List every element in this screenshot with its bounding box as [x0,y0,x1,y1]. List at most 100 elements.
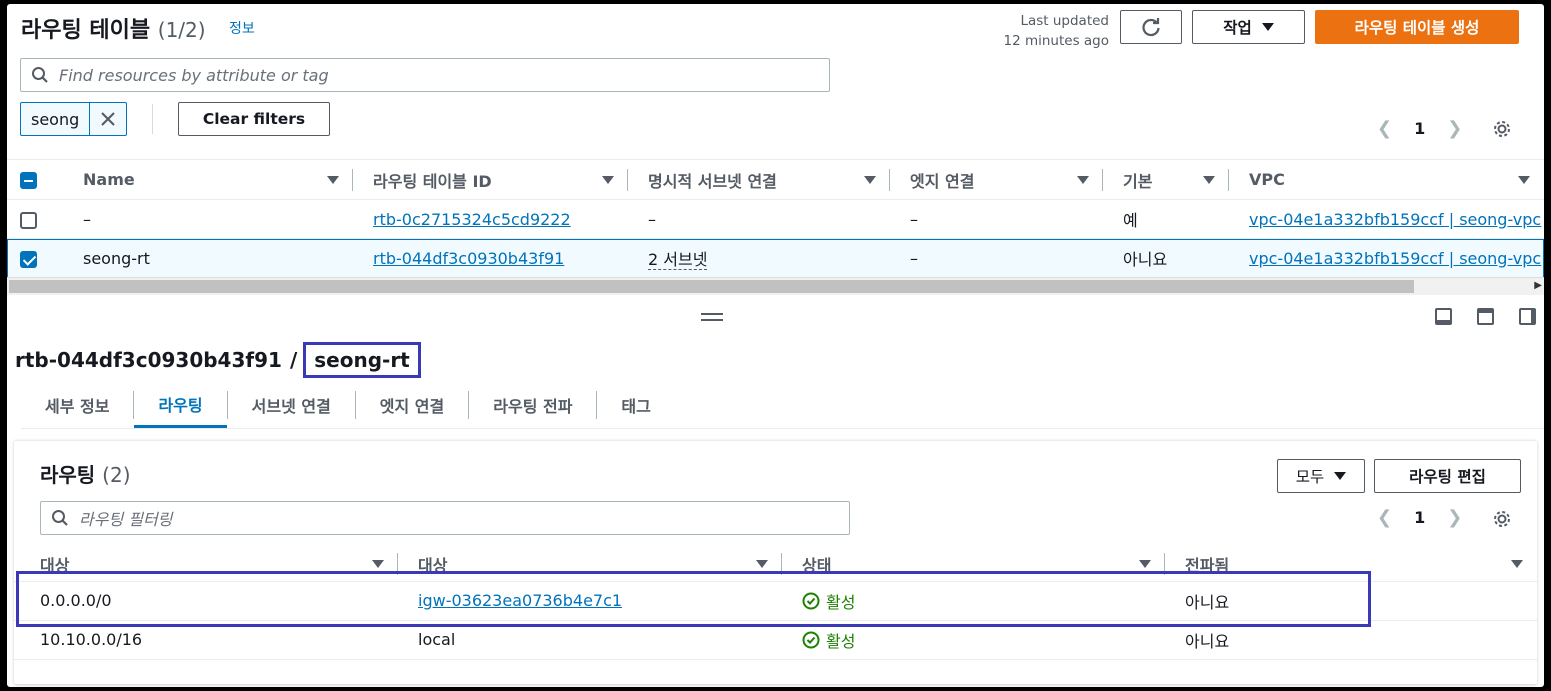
tab-edge-associations[interactable]: 엣지 연결 [356,382,468,428]
row-checkbox[interactable] [20,211,37,229]
detail-tabs: 세부 정보 라우팅 서브넷 연결 엣지 연결 라우팅 전파 태그 [21,382,1544,429]
next-page-icon[interactable]: ❯ [1447,118,1462,139]
edit-routes-button[interactable]: 라우팅 편집 [1374,459,1521,493]
search-icon [52,510,68,526]
page-number[interactable]: 1 [1414,508,1425,527]
horizontal-scrollbar[interactable]: ▶ [7,277,1544,295]
tab-tags[interactable]: 태그 [597,382,674,428]
refresh-button[interactable] [1120,10,1182,44]
col-edge-associations[interactable]: 엣지 연결 [910,168,974,192]
row-subnets: – [648,209,656,229]
filter-chip: seong [20,102,127,136]
search-icon [32,67,48,83]
col-main[interactable]: 기본 [1123,168,1152,192]
col-vpc[interactable]: VPC [1249,170,1285,189]
last-updated: Last updated 12 minutes ago [997,11,1109,51]
row-edge: – [910,248,918,268]
sort-icon[interactable] [327,175,339,184]
sort-icon[interactable] [864,175,876,184]
tab-routes[interactable]: 라우팅 [134,382,227,428]
sort-icon[interactable] [1077,175,1089,184]
search-placeholder: Find resources by attribute or tag [59,65,329,85]
sort-icon[interactable] [1139,559,1151,568]
routes-title: 라우팅 (2) [40,459,131,488]
info-link[interactable]: 정보 [229,18,255,38]
detail-separator: / [289,348,298,372]
resource-search-input[interactable]: Find resources by attribute or tag [20,58,830,92]
route-table-id-link[interactable]: rtb-044df3c0930b43f91 [373,249,564,268]
panel-bottom-icon[interactable] [1435,308,1452,325]
clear-filters-button[interactable]: Clear filters [178,102,330,136]
sort-icon[interactable] [372,559,384,568]
route-table-id-link[interactable]: rtb-0c2715324c5cd9222 [373,210,571,229]
edit-routes-label: 라우팅 편집 [1409,468,1486,486]
split-panel-handle[interactable] [701,313,723,321]
tab-route-propagation[interactable]: 라우팅 전파 [469,382,596,428]
row-name: seong-rt [83,248,150,268]
caret-down-icon [1334,472,1347,480]
prev-page-icon[interactable]: ❮ [1377,118,1392,139]
table-row-selected[interactable]: seong-rt rtb-044df3c0930b43f91 2 서브넷 – 아… [7,238,1544,278]
refresh-icon [1142,18,1160,37]
scrollbar-thumb[interactable] [9,280,1414,293]
route-filter-select-value: 모두 [1295,468,1325,486]
clear-filters-label: Clear filters [202,110,306,128]
page-title-text: 라우팅 테이블 [21,18,151,43]
row-edge: – [910,209,918,229]
sort-icon[interactable] [602,175,614,184]
highlight-annotation-box [16,571,1371,627]
last-updated-label: Last updated [1020,13,1109,29]
table-row[interactable]: – rtb-0c2715324c5cd9222 – – 예 vpc-04e1a3… [7,200,1544,239]
console-window: 라우팅 테이블 (1/2) 정보 Last updated 12 minutes… [7,4,1544,687]
col-explicit-subnets[interactable]: 명시적 서브넷 연결 [648,168,777,192]
actions-dropdown[interactable]: 작업 [1192,10,1305,44]
tab-subnet-associations[interactable]: 서브넷 연결 [228,382,355,428]
route-filter-select[interactable]: 모두 [1277,459,1365,493]
routes-title-text: 라우팅 [40,463,96,487]
sort-icon[interactable] [1203,175,1215,184]
panel-side-icon[interactable] [1519,308,1536,325]
prev-page-icon[interactable]: ❮ [1377,507,1392,528]
actions-label: 작업 [1223,19,1252,37]
panel-middle-icon[interactable] [1477,308,1494,325]
routes-pagination: ❮ 1 ❯ [1377,507,1462,528]
settings-gear-icon[interactable] [1491,118,1513,140]
tab-details[interactable]: 세부 정보 [21,382,133,428]
routes-panel: 라우팅 (2) 모두 라우팅 편집 라우팅 필터링 ❮ 1 ❯ 대상 대상 상태… [14,440,1537,684]
create-route-table-button[interactable]: 라우팅 테이블 생성 [1315,10,1519,44]
pagination: ❮ 1 ❯ [1377,118,1462,139]
route-filter-placeholder: 라우팅 필터링 [79,510,173,529]
route-filter-input[interactable]: 라우팅 필터링 [40,501,850,535]
vpc-link[interactable]: vpc-04e1a332bfb159ccf | seong-vpc [1249,210,1541,229]
col-name[interactable]: Name [83,170,135,189]
sort-icon[interactable] [1511,559,1523,568]
remove-filter-button[interactable] [90,103,126,135]
select-all-checkbox[interactable] [20,172,37,189]
col-route-table-id[interactable]: 라우팅 테이블 ID [373,168,492,192]
vpc-link[interactable]: vpc-04e1a332bfb159ccf | seong-vpc [1249,249,1541,268]
routes-count: (2) [102,463,131,487]
row-checkbox-checked[interactable] [20,250,37,268]
sort-icon[interactable] [756,559,768,568]
route-status-text: 활성 [826,631,856,651]
route-tables-table: Name 라우팅 테이블 ID 명시적 서브넷 연결 엣지 연결 기본 VPC … [7,159,1544,278]
sort-icon[interactable] [1518,175,1530,184]
caret-down-icon [1261,23,1274,31]
next-page-icon[interactable]: ❯ [1447,507,1462,528]
row-main: 아니요 [1123,250,1168,269]
route-status: 활성 [802,628,1165,652]
table-header-row: Name 라우팅 테이블 ID 명시적 서브넷 연결 엣지 연결 기본 VPC [7,159,1544,200]
create-label: 라우팅 테이블 생성 [1354,19,1480,37]
detail-title: rtb-044df3c0930b43f91 / seong-rt [15,342,421,378]
scroll-right-icon[interactable]: ▶ [1534,280,1542,291]
row-main: 예 [1123,211,1138,230]
row-subnets[interactable]: 2 서브넷 [648,250,708,270]
detail-route-table-name: seong-rt [303,342,421,378]
filter-chip-label: seong [21,103,90,135]
last-updated-time: 12 minutes ago [1003,33,1109,49]
settings-gear-icon[interactable] [1491,508,1513,530]
close-icon [101,112,115,126]
selection-count: (1/2) [157,18,206,42]
page-number[interactable]: 1 [1414,119,1425,138]
page-title: 라우팅 테이블 (1/2) [21,12,206,44]
